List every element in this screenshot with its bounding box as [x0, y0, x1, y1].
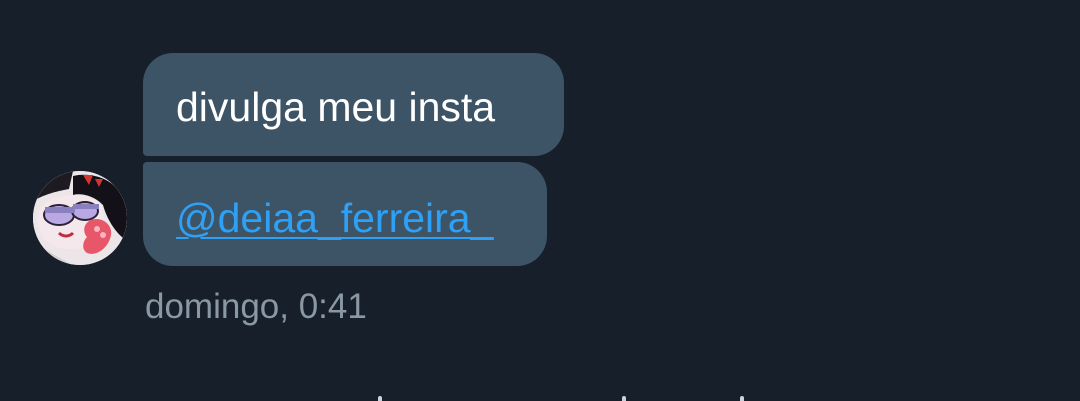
message-bubble[interactable]: divulga meu insta [143, 53, 564, 156]
message-timestamp: domingo, 0:41 [145, 287, 367, 326]
cartoon-girl-avatar-icon [33, 171, 127, 265]
next-message-fragment [0, 390, 1080, 401]
sender-avatar[interactable] [33, 171, 127, 265]
message-text: divulga meu insta [176, 84, 496, 130]
dm-thread: divulga meu insta @deiaa_ferreira_ domin… [0, 0, 1080, 401]
instagram-handle-link[interactable]: @deiaa_ferreira_ [176, 195, 493, 241]
message-bubble-link[interactable]: @deiaa_ferreira_ [143, 162, 547, 266]
